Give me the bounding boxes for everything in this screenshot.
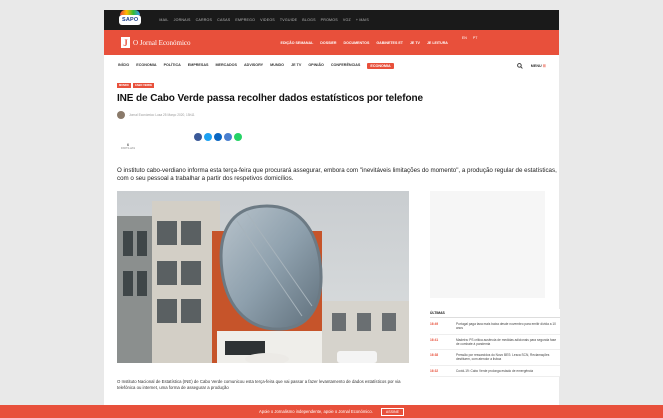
language-switch: EN PT: [462, 36, 478, 40]
building-photo: [117, 191, 409, 363]
rainbow-icon: [120, 10, 141, 15]
search-icon[interactable]: [516, 62, 523, 69]
social-share: [194, 133, 242, 141]
news-headline[interactable]: Covid-19: Cabo Verde prolonga estado de …: [456, 369, 533, 373]
page: SAPO MAIL JORNAIS CARROS CASAS EMPREGO V…: [0, 0, 663, 418]
sapo-link[interactable]: EMPREGO: [235, 18, 255, 22]
nav-item[interactable]: JE TV: [291, 63, 301, 69]
latest-news: ÚLTIMAS 16:49 Portugal paga taxa mais ba…: [430, 309, 560, 378]
news-headline[interactable]: Portugal paga taxa mais baixa desde nove…: [456, 322, 560, 331]
twitter-icon[interactable]: [204, 133, 212, 141]
nav-item[interactable]: POLÍTICA: [164, 63, 181, 69]
nav-item-economia-highlight[interactable]: ECONOMIA: [367, 62, 394, 69]
sapo-top-bar: SAPO MAIL JORNAIS CARROS CASAS EMPREGO V…: [104, 10, 559, 30]
header-link[interactable]: GABINETES ET: [376, 41, 403, 45]
sapo-link[interactable]: CARROS: [196, 18, 213, 22]
facebook-icon[interactable]: [194, 133, 202, 141]
article-photo: [117, 191, 409, 363]
nav-item[interactable]: OPINIÃO: [308, 63, 324, 69]
article-lead: O instituto cabo-verdiano informa esta t…: [117, 167, 557, 182]
sapo-link[interactable]: VOZ: [343, 18, 351, 22]
nav-item[interactable]: MERCADOS: [215, 63, 237, 69]
brand-mark: J: [121, 37, 130, 48]
nav-item[interactable]: EMPRESAS: [188, 63, 209, 69]
sapo-link[interactable]: CASAS: [217, 18, 230, 22]
news-time: 16:49: [430, 322, 439, 326]
news-headline[interactable]: Madeira: PS critica ausência de medidas …: [456, 338, 560, 347]
nav-item[interactable]: INÍCIO: [118, 63, 129, 69]
list-item[interactable]: 16:38 Pressão por ressarcidos do Novo BE…: [430, 350, 560, 366]
header-link[interactable]: EDIÇÃO SEMANAL: [281, 41, 314, 45]
sapo-link[interactable]: BLOGS: [302, 18, 315, 22]
sapo-link[interactable]: VIDEOS: [260, 18, 275, 22]
article-tags: MUNDO CABO VERDE: [117, 83, 155, 88]
whatsapp-icon[interactable]: [234, 133, 242, 141]
sapo-link[interactable]: PROMOS: [321, 18, 338, 22]
subscribe-banner: Apoie o Jornalismo independente, apoie o…: [0, 405, 663, 418]
sapo-link[interactable]: TVGUIDE: [280, 18, 297, 22]
sapo-link[interactable]: MAIL: [159, 18, 168, 22]
news-time: 16:41: [430, 337, 439, 342]
header-link[interactable]: JE TV: [410, 41, 420, 45]
site-header: J O Jornal Económico EDIÇÃO SEMANAL DOSS…: [104, 30, 559, 55]
news-time: 16:32: [430, 368, 439, 373]
list-item[interactable]: 16:49 Portugal paga taxa mais baixa desd…: [430, 319, 560, 335]
nav-item[interactable]: CONFERÊNCIAS: [331, 63, 361, 69]
menu-label: MENU: [530, 63, 542, 68]
article-area: MUNDO CABO VERDE INE de Cabo Verde passa…: [104, 76, 560, 418]
latest-news-title: ÚLTIMAS: [430, 309, 560, 318]
ad-slot[interactable]: [430, 191, 545, 298]
subscribe-text: Apoie o Jornalismo independente, apoie o…: [258, 409, 373, 414]
sapo-link[interactable]: + MAIS: [356, 18, 369, 22]
main-nav: INÍCIO ECONOMIA POLÍTICA EMPRESAS MERCAD…: [104, 55, 559, 76]
subscribe-button[interactable]: ASSINE: [380, 407, 405, 416]
avatar: [117, 111, 125, 119]
author-byline[interactable]: Jornal Económico Lusa 25 Março 2020, 15h…: [129, 113, 195, 117]
news-time: 16:38: [430, 353, 439, 358]
article-body: O Instituto Nacional de Estatística (INE…: [117, 379, 401, 391]
tag[interactable]: CABO VERDE: [132, 83, 155, 88]
brand-name: O Jornal Económico: [133, 38, 191, 47]
list-item[interactable]: 16:32 Covid-19: Cabo Verde prolonga esta…: [430, 366, 560, 378]
article-title: INE de Cabo Verde passa recolher dados e…: [117, 93, 423, 104]
header-link[interactable]: JE LEITURA: [427, 41, 448, 45]
lang-en[interactable]: EN: [462, 36, 467, 40]
header-links: EDIÇÃO SEMANAL DOSSIER DOCUMENTOS GABINE…: [281, 41, 448, 45]
sapo-links: MAIL JORNAIS CARROS CASAS EMPREGO VIDEOS…: [159, 18, 369, 22]
email-icon[interactable]: [224, 133, 232, 141]
news-headline[interactable]: Pressão por ressarcidos do Novo BES: Les…: [456, 353, 560, 362]
linkedin-icon[interactable]: [214, 133, 222, 141]
nav-item[interactable]: ADVISORY: [244, 63, 263, 69]
brand-logo[interactable]: J O Jornal Económico: [121, 37, 191, 48]
author-line: Jornal Económico Lusa 25 Março 2020, 15h…: [117, 111, 195, 119]
menu-icon: ☰: [542, 63, 546, 68]
list-item[interactable]: 16:41 Madeira: PS critica ausência de me…: [430, 335, 560, 351]
nav-item[interactable]: ECONOMIA: [136, 63, 156, 69]
header-link[interactable]: DOSSIER: [320, 41, 336, 45]
tag[interactable]: MUNDO: [117, 83, 131, 88]
share-count-label: PARTILHAS: [120, 147, 136, 150]
header-link[interactable]: DOCUMENTOS: [343, 41, 369, 45]
sapo-logo-text: SAPO: [122, 17, 139, 23]
sapo-link[interactable]: JORNAIS: [174, 18, 191, 22]
sapo-logo[interactable]: SAPO: [119, 10, 142, 25]
lang-pt[interactable]: PT: [473, 36, 478, 40]
share-count: 6 PARTILHAS: [119, 142, 137, 150]
menu-button[interactable]: MENU ☰: [531, 64, 546, 68]
nav-item[interactable]: MUNDO: [270, 63, 284, 69]
